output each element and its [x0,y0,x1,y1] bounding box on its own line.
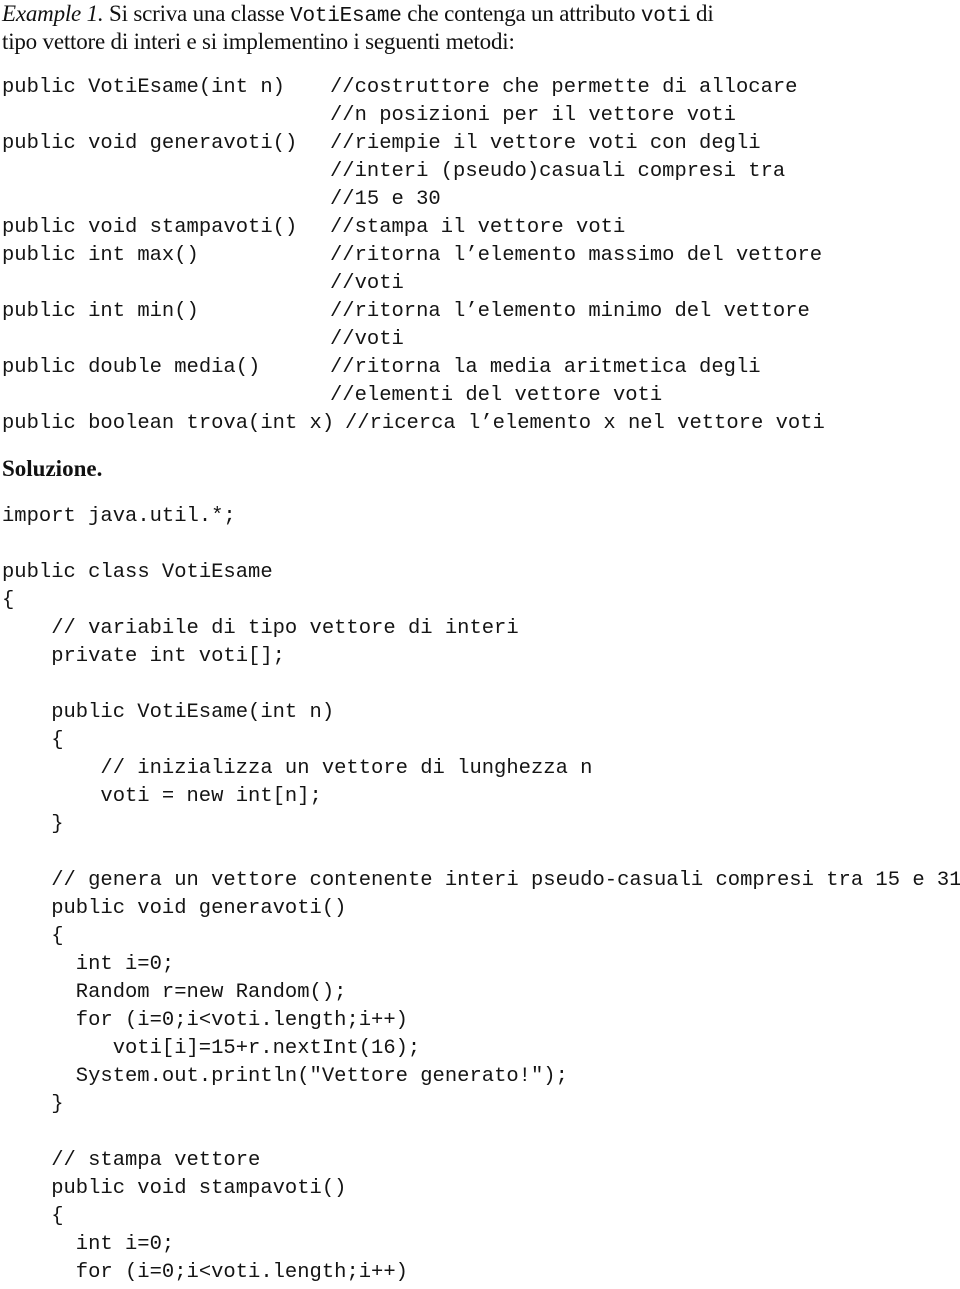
method-signature: public double media() [2,356,261,379]
method-comment: //n posizioni per il vettore voti [330,104,736,127]
method-comment: //ritorna l’elemento minimo del vettore [330,300,810,323]
code-line: public void generavoti() [51,897,347,920]
code-listing: import java.util.*; public class VotiEsam… [0,503,960,1289]
code-line: voti = new int[n]; [100,785,322,808]
method-comment: //ritorna l’elemento massimo del vettore [330,244,823,267]
methods-table: public VotiEsame(int n) //costruttore che… [0,74,960,444]
method-comment: //voti [330,272,404,295]
code-line: public VotiEsame(int n) [51,701,335,724]
method-comment: //elementi del vettore voti [330,384,663,407]
method-comment: //ricerca l’elemento x nel vettore voti [345,412,825,435]
method-signature: public boolean trova(int x) [2,412,335,435]
code-line: private int voti[]; [51,645,285,668]
method-comment: //15 e 30 [330,188,441,211]
intro-text-b: che contenga un attributo [401,1,641,26]
code-line: { [51,1205,64,1228]
method-comment: //stampa il vettore voti [330,216,626,239]
code-line: { [51,925,64,948]
solution-heading: Soluzione. [2,456,103,481]
code-line: import java.util.*; [2,505,236,528]
intro-line-1: Example 1. Si scriva una classe VotiEsam… [2,0,714,31]
class-name: VotiEsame [290,5,402,28]
code-line: public void stampavoti() [51,1177,347,1200]
method-comment: //costruttore che permette di allocare [330,76,798,99]
code-line: // genera un vettore contenente interi p… [51,869,960,892]
code-line: Random r=new Random(); [75,981,347,1004]
code-line: } [51,1093,64,1116]
code-line: for (i=0;i<voti.length;i++) [75,1009,408,1032]
method-signature: public void stampavoti() [2,216,298,239]
method-comment: //riempie il vettore voti con degli [330,132,761,155]
method-comment: //ritorna la media aritmetica degli [330,356,761,379]
intro-text-c: di [690,1,714,26]
attribute-name: voti [640,5,691,28]
method-comment: //interi (pseudo)casuali compresi tra [330,160,786,183]
code-line: } [51,813,64,836]
method-signature: public VotiEsame(int n) [2,76,285,99]
method-signature: public int max() [2,244,199,267]
method-signature: public int min() [2,300,199,323]
method-comment: //voti [330,328,404,351]
code-line: for (i=0;i<voti.length;i++) [75,1261,408,1284]
code-line: int i=0; [75,953,175,976]
intro-line-2: tipo vettore di interi e si implementino… [2,29,515,54]
intro-text-a: Si scriva una classe [103,1,291,26]
example-label: Example 1. [2,1,104,26]
method-signature: public void generavoti() [2,132,298,155]
code-line: System.out.println("Vettore generato!"); [75,1065,568,1088]
code-line: // inizializza un vettore di lunghezza n [100,757,593,780]
code-line: public class VotiEsame [2,561,273,584]
code-line: { [2,589,15,612]
code-line: // variabile di tipo vettore di interi [51,617,519,640]
code-line: int i=0; [75,1233,175,1256]
code-line: { [51,729,64,752]
code-line: // stampa vettore [51,1149,261,1172]
code-line: voti[i]=15+r.nextInt(16); [112,1037,421,1060]
